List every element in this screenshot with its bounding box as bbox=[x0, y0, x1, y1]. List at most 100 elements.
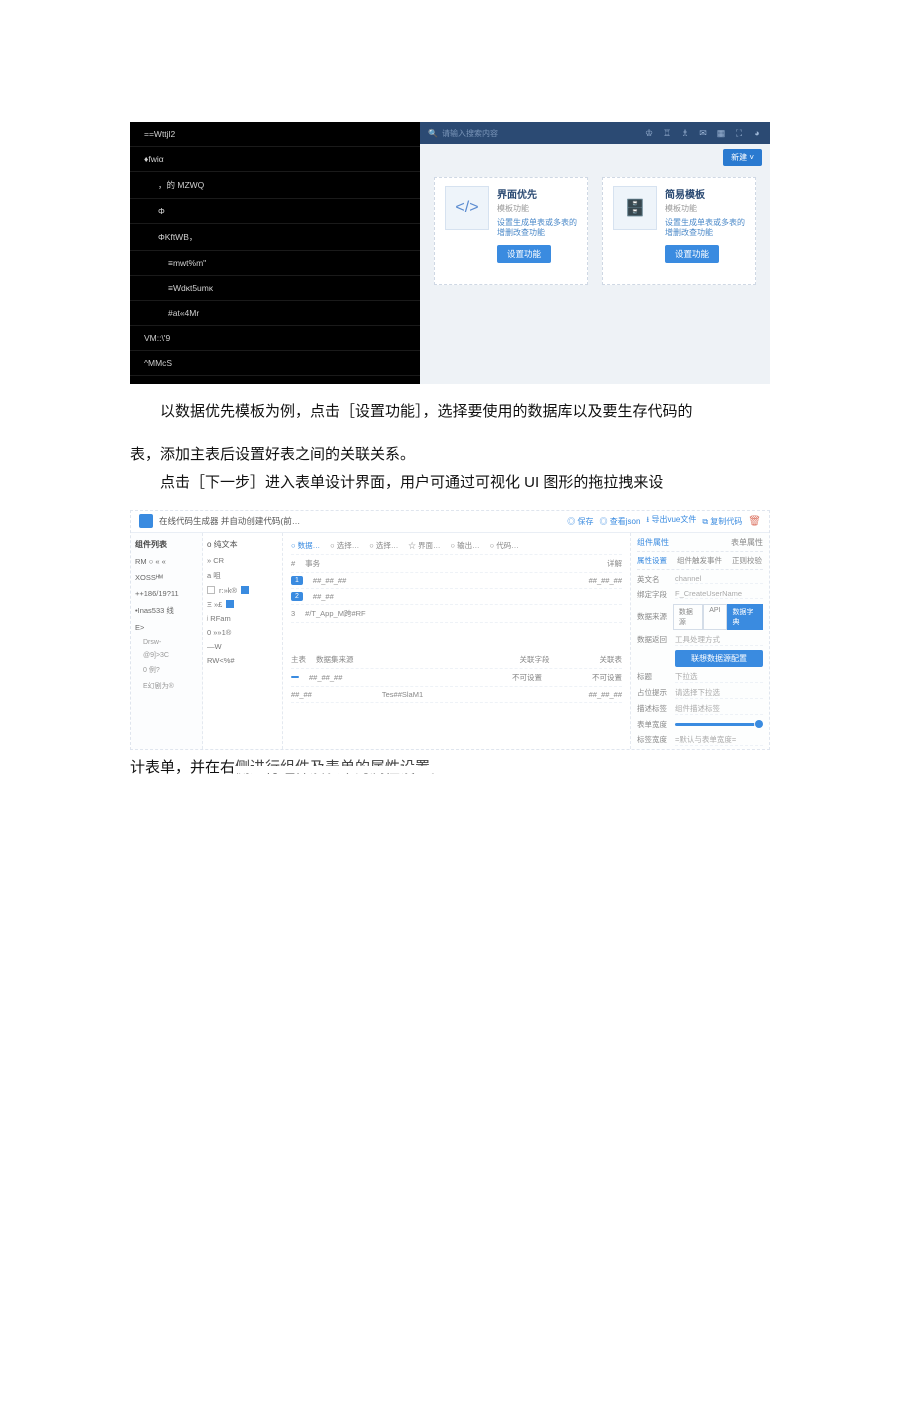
check-row[interactable]: —W bbox=[207, 642, 278, 651]
tree-item[interactable]: ≡Wdκt5umκ bbox=[130, 276, 420, 301]
prop-label: 英文名 bbox=[637, 574, 671, 585]
check-row[interactable]: r:»k® bbox=[207, 586, 278, 595]
subtab-events[interactable]: 组件触发事件 bbox=[677, 555, 722, 566]
palette-sub[interactable]: 0 例? bbox=[143, 665, 198, 675]
prop-value[interactable]: F_CreateUserName bbox=[675, 589, 763, 599]
palette-sub[interactable]: E幻剧为® bbox=[143, 681, 198, 691]
step-code[interactable]: ○ 代码… bbox=[490, 540, 519, 551]
config-button[interactable]: 设置功能 bbox=[497, 245, 551, 263]
designer-title: 在线代码生成器 并自动创建代码(前… bbox=[159, 515, 300, 527]
canvas-row[interactable]: 1 ##_##_## ##_##_## bbox=[291, 573, 622, 589]
canvas-row[interactable]: 2 ##_## bbox=[291, 589, 622, 605]
export-vue-action[interactable]: ⭳ 导出vue文件 bbox=[646, 514, 696, 528]
card-subtitle: 模板功能 bbox=[497, 203, 577, 214]
new-bar: 新建 ˅ bbox=[420, 144, 770, 171]
fullscreen-icon[interactable]: ⛶ bbox=[734, 128, 744, 138]
check-row[interactable]: RW<%# bbox=[207, 656, 278, 665]
tree-item[interactable]: Φ bbox=[130, 199, 420, 224]
save-action[interactable]: ◎ 保存 bbox=[567, 516, 593, 527]
body-paragraph: 计表单，并在右侧进行组件及表单的属性设置。 bbox=[130, 754, 790, 783]
message-icon[interactable]: ✉ bbox=[698, 128, 708, 138]
check-row[interactable]: ʲ RFam bbox=[207, 614, 278, 623]
prop-value[interactable]: 下拉选 bbox=[675, 671, 763, 683]
cart-icon[interactable]: ♖ bbox=[662, 128, 672, 138]
tree-item[interactable]: ΦKftWB， bbox=[130, 224, 420, 251]
prop-label: 标题 bbox=[637, 671, 671, 682]
check-row[interactable]: 0 »»1® bbox=[207, 628, 278, 637]
bell-icon[interactable]: ♗ bbox=[680, 128, 690, 138]
designer-topbar: 在线代码生成器 并自动创建代码(前… ◎ 保存 ◎ 查看json ⭳ 导出vue… bbox=[131, 511, 769, 533]
tree-item[interactable]: ，的 MZWQ bbox=[130, 172, 420, 199]
checkbox-icon[interactable] bbox=[241, 586, 249, 594]
avatar-icon[interactable]: ◕ bbox=[752, 128, 762, 138]
prop-value[interactable]: 工具处理方式 bbox=[675, 634, 763, 646]
tree-item[interactable]: ♦fwiα bbox=[130, 147, 420, 172]
tab-component-props[interactable]: 组件属性 bbox=[637, 537, 669, 548]
palette-item[interactable]: E> bbox=[135, 623, 198, 632]
prop-value[interactable]: channel bbox=[675, 574, 763, 584]
canvas-row[interactable]: 3 #/T_App_M跨#RF bbox=[291, 605, 622, 623]
subtable-row[interactable]: ##_##_## 不可设置 不可设置 bbox=[291, 669, 622, 687]
palette-sub[interactable]: @9]>3C bbox=[143, 652, 198, 659]
canvas-bottom-row[interactable]: ##_## Tes##SlaM1 ##_##_## bbox=[291, 687, 622, 703]
prop-value[interactable]: 请选择下拉选 bbox=[675, 687, 763, 699]
datasource-segment[interactable]: 数据源 API 数据字典 bbox=[673, 604, 763, 630]
search-placeholder: 请输入搜索内容 bbox=[442, 128, 498, 139]
property-panel: 组件属性 表单属性 属性设置 组件触发事件 正则校验 英文名channel 绑定… bbox=[631, 533, 769, 749]
card-simple-template: 🗄️ 简易模板 模板功能 设置生成单表或多表的增删改查功能 设置功能 bbox=[602, 177, 756, 285]
palette-item[interactable]: •Inas533 线 bbox=[135, 605, 198, 616]
card-ui-first: </> 界面优先 模板功能 设置生成单表或多表的增删改查功能 设置功能 bbox=[434, 177, 588, 285]
designer-canvas[interactable]: ○ 数据… ○ 选择… ○ 选择… ☆ 界面… ○ 输出… ○ 代码… # 事务… bbox=[283, 533, 631, 749]
tree-item[interactable]: ==Wttjl2 bbox=[130, 122, 420, 147]
tree-item[interactable]: VM::\'9 bbox=[130, 326, 420, 351]
field-checklist: o 纯文本 » CR a 咀 r:»k® Ξ »£ ʲ RFam 0 »»1® … bbox=[203, 533, 283, 749]
seg-api[interactable]: API bbox=[703, 604, 726, 630]
step-output[interactable]: ○ 输出… bbox=[450, 540, 479, 551]
card-desc: 设置生成单表或多表的增删改查功能 bbox=[665, 218, 745, 239]
overlapped-text: 侧进行组件及表单的属性设置。 bbox=[235, 754, 445, 783]
screenshot-form-designer: 在线代码生成器 并自动创建代码(前… ◎ 保存 ◎ 查看json ⭳ 导出vue… bbox=[130, 510, 770, 750]
checkbox-icon[interactable] bbox=[226, 600, 234, 608]
template-cards: </> 界面优先 模板功能 设置生成单表或多表的增删改查功能 设置功能 🗄️ 简… bbox=[420, 171, 770, 291]
check-row[interactable]: Ξ »£ bbox=[207, 600, 278, 609]
body-paragraph: 以数据优先模板为例，点击［设置功能］，选择要使用的数据库以及要生存代码的 bbox=[130, 398, 790, 427]
subtab-regex[interactable]: 正则校验 bbox=[732, 555, 762, 566]
prop-value[interactable]: =默认与表单宽度= bbox=[675, 734, 763, 746]
grid-icon[interactable]: ▦ bbox=[716, 128, 726, 138]
prop-value[interactable]: 组件描述标签 bbox=[675, 703, 763, 715]
tree-item[interactable]: #at«4Mr bbox=[130, 301, 420, 326]
checkbox-icon[interactable] bbox=[207, 586, 215, 594]
step-data[interactable]: ○ 数据… bbox=[291, 540, 320, 551]
prop-label: 占位提示 bbox=[637, 687, 671, 698]
check-row[interactable]: a 咀 bbox=[207, 570, 278, 581]
user-icon[interactable]: ♔ bbox=[644, 128, 654, 138]
subtab-attrs[interactable]: 属性设置 bbox=[637, 555, 667, 566]
check-row[interactable]: » CR bbox=[207, 556, 278, 565]
seg-dict[interactable]: 数据字典 bbox=[727, 604, 764, 630]
palette-sub[interactable]: Drsw- bbox=[143, 639, 198, 646]
step-select[interactable]: ○ 选择… bbox=[330, 540, 359, 551]
width-slider[interactable] bbox=[675, 723, 763, 726]
step-ui[interactable]: ☆ 界面… bbox=[408, 540, 440, 551]
global-search[interactable]: 🔍 请输入搜索内容 bbox=[428, 128, 636, 139]
prop-label: 描述标签 bbox=[637, 703, 671, 714]
view-json-action[interactable]: ◎ 查看json bbox=[600, 516, 641, 527]
tree-item[interactable]: ^MMcS bbox=[130, 351, 420, 376]
row-badge bbox=[291, 676, 299, 678]
prop-label: 数据来源 bbox=[637, 611, 669, 622]
new-button[interactable]: 新建 ˅ bbox=[723, 149, 762, 166]
link-datasource-button[interactable]: 联想数据源配置 bbox=[675, 650, 763, 667]
canvas-toolbar: ○ 数据… ○ 选择… ○ 选择… ☆ 界面… ○ 输出… ○ 代码… bbox=[291, 537, 622, 555]
palette-item[interactable]: XOSSᴴᴹ bbox=[135, 573, 198, 582]
tree-item[interactable]: ≡mwt%m" bbox=[130, 251, 420, 276]
palette-item[interactable]: RM ○ « « bbox=[135, 557, 198, 566]
palette-item[interactable]: ++186/19?11 bbox=[135, 589, 198, 598]
step-select2[interactable]: ○ 选择… bbox=[369, 540, 398, 551]
config-button[interactable]: 设置功能 bbox=[665, 245, 719, 263]
tab-form-props[interactable]: 表单属性 bbox=[731, 537, 763, 548]
tree-item[interactable]: O5^%% - bbox=[130, 376, 420, 384]
delete-icon[interactable]: 🗑 bbox=[748, 516, 761, 527]
body-paragraph: 点击［下一步］进入表单设计界面，用户可通过可视化 UI 图形的拖拉拽来设 bbox=[130, 469, 790, 498]
copy-code-action[interactable]: ⧉ 复制代码 bbox=[702, 516, 742, 527]
seg-db[interactable]: 数据源 bbox=[673, 604, 703, 630]
